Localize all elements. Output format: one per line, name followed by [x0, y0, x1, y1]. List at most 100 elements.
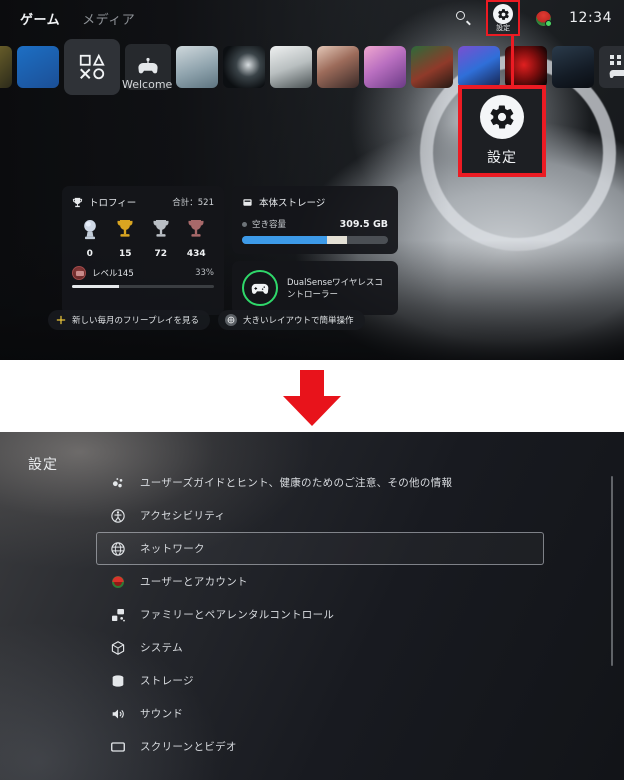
- ps-plus-icon: [55, 315, 66, 326]
- tile-white-statue[interactable]: [270, 46, 312, 88]
- trophy-platinum-icon: [80, 218, 100, 246]
- trophy-card-header: トロフィー 合計：521: [72, 195, 214, 209]
- down-arrow: [281, 370, 343, 426]
- settings-button-highlight[interactable]: 設定: [486, 0, 521, 36]
- tile-ps-shapes[interactable]: [64, 39, 120, 95]
- transition-arrow-band: [0, 360, 624, 432]
- trophy-bronze-count: 434: [186, 249, 206, 259]
- trophy-platinum-count: 0: [86, 249, 93, 259]
- screen-video-icon: [109, 738, 126, 755]
- trophy-tier-bronze: 434: [179, 218, 213, 259]
- settings-button-label: 設定: [496, 24, 511, 32]
- settings-item-1[interactable]: アクセシビリティ: [96, 499, 544, 532]
- level-badge-icon: [72, 266, 86, 280]
- tile-dark-game[interactable]: [223, 46, 265, 88]
- family-controls-icon: [109, 606, 126, 623]
- tile-final-fantasy[interactable]: [176, 46, 218, 88]
- user-guide-icon: [109, 474, 126, 491]
- trophy-bronze-icon: [186, 218, 206, 246]
- storage-icon: [242, 197, 253, 208]
- right-card-stack: 本体ストレージ 空き容量 309.5 GB DualSenseワイヤレスコントロ…: [232, 186, 398, 315]
- settings-item-6[interactable]: ストレージ: [96, 664, 544, 697]
- tile-action-red[interactable]: [411, 46, 453, 88]
- clock: 12:34: [569, 10, 612, 26]
- settings-item-5[interactable]: システム: [96, 631, 544, 664]
- search-icon[interactable]: [456, 11, 472, 26]
- settings-menu[interactable]: ユーザーズガイドとヒント、健康のためのご注意、その他の情報 アクセシビリティ ネット…: [96, 466, 544, 763]
- trophy-silver-count: 72: [154, 249, 168, 259]
- big-layout-label: 大きいレイアウトで簡単操作: [243, 316, 354, 326]
- gear-icon: [480, 95, 524, 139]
- storage-free-value: 309.5 GB: [339, 218, 388, 230]
- settings-item-8[interactable]: スクリーンとビデオ: [96, 730, 544, 763]
- trophy-tier-silver: 72: [144, 218, 178, 259]
- layout-icon: [225, 314, 237, 326]
- trophy-tier-platinum: 0: [73, 218, 107, 259]
- settings-item-label: スクリーンとビデオ: [140, 741, 237, 753]
- settings-item-label: サウンド: [140, 708, 184, 720]
- level-progress-bar: [72, 285, 214, 288]
- trophy-card[interactable]: トロフィー 合計：521 0 15 72 434 レベル145 33%: [62, 186, 224, 315]
- tile-dark-blue[interactable]: [552, 46, 594, 88]
- settings-item-2[interactable]: ネットワーク: [96, 532, 544, 565]
- ps-plus-freeplay-label: 新しい毎月のフリープレイを見る: [72, 316, 199, 326]
- tile-group-photo[interactable]: [317, 46, 359, 88]
- gear-icon: [493, 4, 514, 24]
- tile-game-library[interactable]: [599, 46, 624, 88]
- storage-free-row: 空き容量 309.5 GB: [242, 218, 388, 230]
- tile-playstation-store[interactable]: [17, 46, 59, 88]
- settings-item-label: ファミリーとペアレンタルコントロール: [140, 609, 335, 621]
- welcome-tile-label: Welcome: [122, 78, 173, 91]
- settings-screen: 設定 ユーザーズガイドとヒント、健康のためのご注意、その他の情報 アクセシビリティ…: [0, 432, 624, 780]
- level-label: レベル145: [92, 269, 134, 279]
- controller-card[interactable]: DualSenseワイヤレスコントローラー: [232, 261, 398, 315]
- tab-media[interactable]: メディア: [82, 9, 135, 28]
- trophy-silver-icon: [151, 218, 171, 246]
- level-percent: 33%: [195, 268, 214, 278]
- accessibility-icon: [109, 507, 126, 524]
- network-icon: [109, 540, 126, 557]
- trophy-gold-icon: [115, 218, 135, 246]
- big-layout-button[interactable]: 大きいレイアウトで簡単操作: [218, 310, 365, 330]
- system-icon: [109, 639, 126, 656]
- settings-item-label: アクセシビリティ: [140, 510, 226, 522]
- avatar[interactable]: [536, 10, 553, 27]
- page-title: 設定: [28, 457, 58, 473]
- home-top-bar: ゲーム メディア 設定 12:34: [0, 0, 624, 36]
- home-cards: トロフィー 合計：521 0 15 72 434 レベル145 33% 本体スト…: [62, 186, 398, 315]
- settings-item-7[interactable]: サウンド: [96, 697, 544, 730]
- storage-usage-bar: [242, 236, 388, 244]
- trophy-tier-list: 0 15 72 434: [72, 218, 214, 259]
- tab-games[interactable]: ゲーム: [20, 9, 60, 28]
- settings-item-4[interactable]: ファミリーとペアレンタルコントロール: [96, 598, 544, 631]
- callout-label: 設定: [487, 150, 517, 166]
- tile-anime-pink[interactable]: [364, 46, 406, 88]
- settings-item-label: システム: [140, 642, 183, 654]
- settings-item-label: ユーザーとアカウント: [140, 576, 248, 588]
- settings-scrollbar[interactable]: [611, 476, 613, 666]
- trophy-card-title: トロフィー: [89, 198, 137, 209]
- controller-name: DualSenseワイヤレスコントローラー: [287, 278, 383, 300]
- trophy-gold-count: 15: [118, 249, 132, 259]
- storage-legend-dot: [242, 221, 247, 227]
- settings-item-label: ユーザーズガイドとヒント、健康のためのご注意、その他の情報: [140, 477, 453, 489]
- trophy-total: 合計：521: [172, 198, 214, 208]
- settings-item-label: ストレージ: [140, 675, 194, 687]
- storage-card-header: 本体ストレージ: [242, 195, 388, 209]
- settings-item-3[interactable]: ユーザーとアカウント: [96, 565, 544, 598]
- settings-magnified-callout: 設定: [458, 85, 546, 177]
- ps-plus-freeplay-button[interactable]: 新しい毎月のフリープレイを見る: [48, 310, 210, 330]
- storage-free-label: 空き容量: [252, 220, 287, 230]
- tile-partial-left[interactable]: [0, 46, 12, 88]
- settings-item-label: ネットワーク: [140, 543, 205, 555]
- user-account-icon: [109, 573, 126, 590]
- storage-card[interactable]: 本体ストレージ 空き容量 309.5 GB: [232, 186, 398, 254]
- trophy-level-row: レベル145 33%: [72, 266, 214, 280]
- trophy-tier-gold: 15: [108, 218, 142, 259]
- sound-icon: [109, 705, 126, 722]
- ps5-home-screen: Welcome ゲーム メディア 設定 12:34 設定 トロフィー 合計：52…: [0, 0, 624, 360]
- storage-icon: [109, 672, 126, 689]
- settings-item-0[interactable]: ユーザーズガイドとヒント、健康のためのご注意、その他の情報: [96, 466, 544, 499]
- tile-vr-game[interactable]: [458, 46, 500, 88]
- storage-card-title: 本体ストレージ: [259, 198, 326, 209]
